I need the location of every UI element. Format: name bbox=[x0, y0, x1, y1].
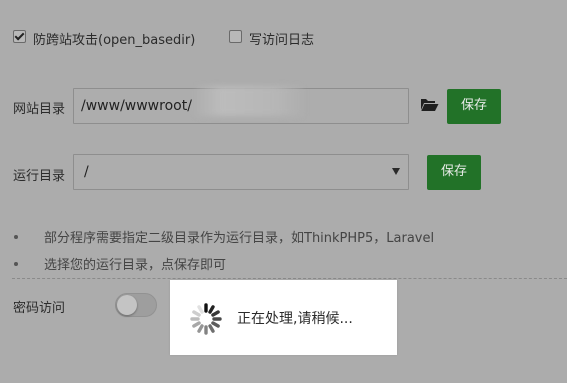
chevron-down-icon bbox=[392, 168, 400, 175]
anti-cross-site-label: 防跨站攻击(open_basedir) bbox=[33, 33, 196, 48]
tip-item: 选择您的运行目录，点保存即可 bbox=[44, 258, 227, 273]
password-access-toggle[interactable] bbox=[115, 293, 157, 317]
run-dir-select[interactable]: / bbox=[73, 154, 409, 190]
folder-open-icon[interactable] bbox=[420, 97, 439, 116]
anti-cross-site-checkbox[interactable] bbox=[13, 30, 26, 43]
tip-bullet bbox=[14, 262, 18, 266]
run-dir-label: 运行目录 bbox=[13, 169, 66, 184]
run-dir-value: / bbox=[84, 164, 89, 180]
redacted-path-blur bbox=[195, 86, 303, 116]
access-log-checkbox[interactable] bbox=[229, 30, 242, 43]
site-dir-label: 网站目录 bbox=[13, 102, 66, 117]
tip-bullet bbox=[14, 235, 18, 239]
site-dir-value: /www/wwwroot/ bbox=[81, 98, 192, 114]
loading-text: 正在处理,请稍候... bbox=[237, 311, 353, 327]
loading-dialog: 正在处理,请稍候... bbox=[170, 280, 397, 355]
spinner-icon bbox=[189, 302, 223, 340]
save-run-dir-button[interactable]: 保存 bbox=[427, 155, 481, 190]
access-log-label: 写访问日志 bbox=[249, 33, 315, 48]
password-access-label: 密码访问 bbox=[13, 301, 66, 316]
save-site-dir-button[interactable]: 保存 bbox=[447, 89, 501, 124]
tip-item: 部分程序需要指定二级目录作为运行目录，如ThinkPHP5，Laravel bbox=[44, 231, 435, 246]
toggle-knob bbox=[117, 295, 137, 315]
section-divider bbox=[12, 278, 567, 279]
